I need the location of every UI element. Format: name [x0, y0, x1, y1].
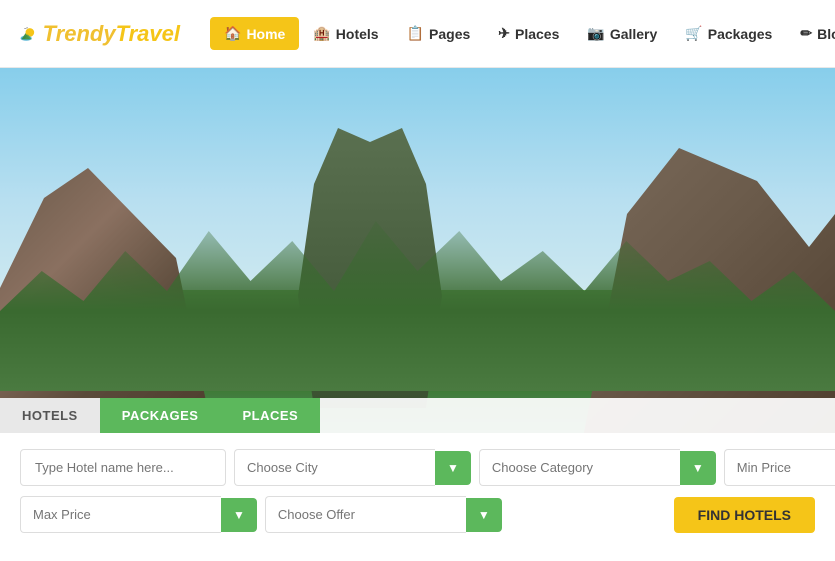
- nav-link-gallery[interactable]: 📷 Gallery: [573, 17, 671, 50]
- tab-places[interactable]: PLACES: [220, 398, 320, 433]
- max-price-input[interactable]: [20, 496, 221, 533]
- choose-category-dropdown-button[interactable]: ▼: [680, 451, 716, 485]
- tab-packages[interactable]: PACKAGES: [100, 398, 221, 433]
- navbar: TrendyTravel 🏠 Home 🏨 Hotels 📋 Pages ✈: [0, 0, 835, 68]
- search-form: ▼ ▼ ▼: [0, 433, 835, 561]
- hotel-name-input[interactable]: [20, 449, 226, 486]
- packages-icon: 🛒: [685, 25, 702, 42]
- nav-item-home[interactable]: 🏠 Home: [210, 17, 299, 50]
- logo-icon: [20, 7, 37, 61]
- nav-link-hotels[interactable]: 🏨 Hotels: [299, 17, 392, 50]
- gallery-icon: 📷: [587, 25, 604, 42]
- choose-offer-group: ▼: [265, 496, 502, 533]
- search-row-1: ▼ ▼ ▼: [20, 449, 815, 486]
- nav-item-blog[interactable]: ✏ Blog: [786, 17, 835, 50]
- home-icon: 🏠: [224, 25, 241, 42]
- nav-link-blog[interactable]: ✏ Blog: [786, 17, 835, 50]
- hero-section: HOTELS PACKAGES PLACES ▼ ▼: [0, 68, 835, 561]
- choose-city-dropdown-button[interactable]: ▼: [435, 451, 471, 485]
- nav-label-places: Places: [515, 26, 559, 42]
- choose-offer-dropdown-button[interactable]: ▼: [466, 498, 502, 532]
- nav-label-blog: Blog: [817, 26, 835, 42]
- places-icon: ✈: [498, 25, 510, 42]
- nav-label-home: Home: [246, 26, 285, 42]
- choose-city-input[interactable]: [234, 449, 435, 486]
- tab-hotels[interactable]: HOTELS: [0, 398, 100, 433]
- chevron-down-icon: ▼: [478, 508, 490, 522]
- choose-category-input[interactable]: [479, 449, 680, 486]
- min-price-input[interactable]: [724, 449, 835, 486]
- choose-city-group: ▼: [234, 449, 471, 486]
- nav-label-pages: Pages: [429, 26, 470, 42]
- nav-item-packages[interactable]: 🛒 Packages: [671, 17, 786, 50]
- nav-item-places[interactable]: ✈ Places: [484, 17, 573, 50]
- nav-link-packages[interactable]: 🛒 Packages: [671, 17, 786, 50]
- nav-link-places[interactable]: ✈ Places: [484, 17, 573, 50]
- nav-item-pages[interactable]: 📋 Pages: [393, 17, 485, 50]
- nav-label-packages: Packages: [708, 26, 773, 42]
- max-price-dropdown-button[interactable]: ▼: [221, 498, 257, 532]
- max-price-group: ▼: [20, 496, 257, 533]
- find-hotels-button[interactable]: FIND HOTELS: [674, 497, 815, 533]
- hotels-icon: 🏨: [313, 25, 330, 42]
- chevron-down-icon: ▼: [447, 461, 459, 475]
- chevron-down-icon: ▼: [233, 508, 245, 522]
- blog-icon: ✏: [800, 25, 812, 42]
- search-tabs: HOTELS PACKAGES PLACES: [0, 398, 835, 433]
- choose-offer-input[interactable]: [265, 496, 466, 533]
- nav-link-pages[interactable]: 📋 Pages: [393, 17, 485, 50]
- chevron-down-icon: ▼: [692, 461, 704, 475]
- nav-label-hotels: Hotels: [336, 26, 379, 42]
- nav-item-gallery[interactable]: 📷 Gallery: [573, 17, 671, 50]
- nav-item-hotels[interactable]: 🏨 Hotels: [299, 17, 392, 50]
- search-row-2: ▼ ▼ FIND HOTELS: [20, 496, 815, 533]
- search-panel: HOTELS PACKAGES PLACES ▼ ▼: [0, 398, 835, 561]
- nav-links: 🏠 Home 🏨 Hotels 📋 Pages ✈ Places 📷: [210, 17, 835, 50]
- logo-text: TrendyTravel: [43, 21, 180, 47]
- logo-area: TrendyTravel: [20, 7, 180, 61]
- choose-category-group: ▼: [479, 449, 716, 486]
- pages-icon: 📋: [407, 25, 424, 42]
- nav-label-gallery: Gallery: [610, 26, 657, 42]
- nav-link-home[interactable]: 🏠 Home: [210, 17, 299, 50]
- min-price-group: ▼: [724, 449, 835, 486]
